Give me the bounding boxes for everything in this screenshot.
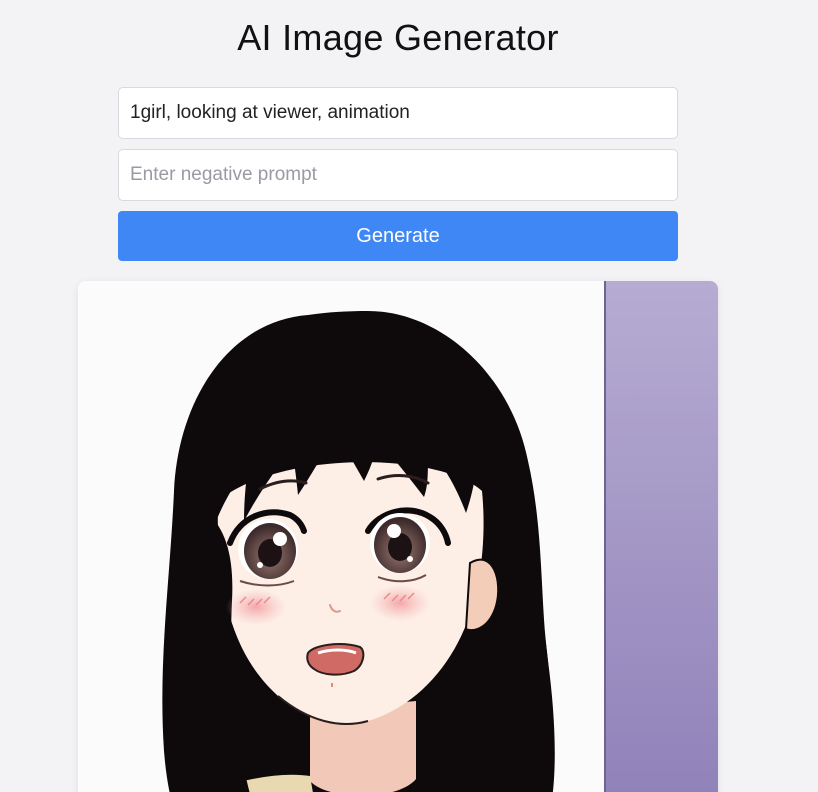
left-blush [226,589,286,625]
generated-image [78,281,718,792]
negative-prompt-input[interactable] [118,149,678,201]
generate-button[interactable]: Generate [118,211,678,261]
prompt-input[interactable] [118,87,678,139]
right-blush [370,585,430,621]
page-title: AI Image Generator [237,17,559,58]
page: AI Image Generator Generate [0,0,818,792]
image-side-panel [604,281,718,792]
generated-image-card [78,281,718,792]
